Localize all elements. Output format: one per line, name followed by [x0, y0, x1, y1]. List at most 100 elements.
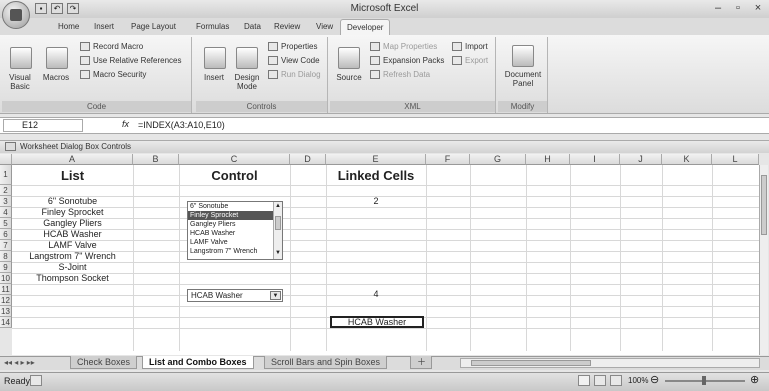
close-icon[interactable]: × [750, 2, 766, 15]
column-header-l[interactable]: L [712, 154, 759, 165]
horizontal-scroll-thumb[interactable] [471, 360, 591, 366]
design-mode-button[interactable]: Design Mode [228, 73, 266, 91]
document-panel-icon[interactable] [512, 45, 534, 67]
horizontal-scrollbar[interactable] [460, 358, 760, 368]
macros-icon[interactable] [46, 47, 68, 69]
cell-c1[interactable]: Control [179, 169, 290, 185]
cell-a4[interactable]: Finley Sprocket [12, 207, 133, 218]
maximize-icon[interactable]: ▫ [730, 2, 746, 15]
minimize-icon[interactable]: – [710, 2, 726, 15]
list-box-item[interactable]: LAMF Valve [188, 238, 282, 247]
cell-e1[interactable]: Linked Cells [326, 169, 426, 185]
properties-button[interactable]: Properties [268, 41, 317, 52]
column-header-g[interactable]: G [470, 154, 526, 165]
macro-record-icon[interactable] [30, 375, 42, 386]
design-mode-icon[interactable] [236, 47, 258, 69]
view-code-button[interactable]: View Code [268, 55, 320, 66]
zoom-level[interactable]: 100% [628, 376, 648, 385]
function-icon[interactable]: fx [122, 119, 129, 129]
column-header-i[interactable]: I [570, 154, 620, 165]
column-header-a[interactable]: A [12, 154, 133, 165]
page-break-view-icon[interactable] [610, 375, 622, 386]
refresh-data-button[interactable]: Refresh Data [370, 69, 430, 80]
row-header-5[interactable]: 5 [0, 218, 12, 229]
zoom-slider-thumb[interactable] [702, 376, 706, 385]
tab-view[interactable]: View [310, 19, 339, 35]
document-panel-button[interactable]: Document Panel [500, 70, 546, 88]
insert-control-icon[interactable] [204, 47, 226, 69]
zoom-out-icon[interactable]: ⊖ [650, 373, 659, 386]
row-header-10[interactable]: 10 [0, 273, 12, 284]
tab-formulas[interactable]: Formulas [190, 19, 235, 35]
vertical-scrollbar[interactable] [759, 165, 768, 355]
row-header-4[interactable]: 4 [0, 207, 12, 218]
list-box-item[interactable]: Gangley Pliers [188, 220, 282, 229]
cell-a5[interactable]: Gangley Pliers [12, 218, 133, 229]
run-dialog-button[interactable]: Run Dialog [268, 69, 321, 80]
vertical-scroll-thumb[interactable] [761, 175, 767, 235]
normal-view-icon[interactable] [578, 375, 590, 386]
sheet-nav-arrows-icon[interactable]: ◂◂ ◂ ▸ ▸▸ [4, 358, 35, 367]
source-button[interactable]: Source [330, 73, 368, 82]
cell-a1[interactable]: List [12, 169, 133, 185]
row-header-1[interactable]: 1 [0, 165, 12, 185]
dropdown-arrow-icon[interactable]: ▼ [270, 291, 281, 300]
column-header-e[interactable]: E [326, 154, 426, 165]
visual-basic-button[interactable]: Visual Basic [2, 73, 38, 91]
source-icon[interactable] [338, 47, 360, 69]
tab-insert[interactable]: Insert [88, 19, 120, 35]
scroll-down-icon[interactable]: ▼ [275, 250, 281, 256]
import-button[interactable]: Import [452, 41, 488, 52]
row-header-12[interactable]: 12 [0, 295, 12, 306]
insert-control-button[interactable]: Insert [196, 73, 232, 82]
scroll-up-icon[interactable]: ▲ [275, 203, 281, 209]
list-box-scrollbar[interactable]: ▲ ▼ [273, 202, 282, 259]
column-header-j[interactable]: J [620, 154, 662, 165]
cell-a9[interactable]: S-Joint [12, 262, 133, 273]
page-layout-view-icon[interactable] [594, 375, 606, 386]
cell-a7[interactable]: LAMF Valve [12, 240, 133, 251]
sheet-tab-list-and-combo-boxes[interactable]: List and Combo Boxes [142, 356, 254, 369]
column-header-b[interactable]: B [133, 154, 179, 165]
visual-basic-icon[interactable] [10, 47, 32, 69]
list-box-item[interactable]: HCAB Washer [188, 229, 282, 238]
macros-button[interactable]: Macros [38, 73, 74, 82]
cell-a6[interactable]: HCAB Washer [12, 229, 133, 240]
use-relative-references-button[interactable]: Use Relative References [80, 55, 181, 66]
tab-data[interactable]: Data [238, 19, 267, 35]
column-header-d[interactable]: D [290, 154, 326, 165]
column-header-k[interactable]: K [662, 154, 712, 165]
scroll-thumb[interactable] [275, 216, 281, 230]
row-header-14[interactable]: 14 [0, 317, 12, 328]
record-macro-button[interactable]: Record Macro [80, 41, 143, 52]
list-box-control[interactable]: 6" Sonotube Finley Sprocket Gangley Plie… [187, 201, 283, 260]
tab-review[interactable]: Review [268, 19, 306, 35]
expansion-packs-button[interactable]: Expansion Packs [370, 55, 444, 66]
row-header-6[interactable]: 6 [0, 229, 12, 240]
row-header-7[interactable]: 7 [0, 240, 12, 251]
column-header-f[interactable]: F [426, 154, 470, 165]
row-header-2[interactable]: 2 [0, 185, 12, 196]
row-header-13[interactable]: 13 [0, 306, 12, 317]
tab-home[interactable]: Home [52, 19, 85, 35]
formula-input[interactable]: =INDEX(A3:A10,E10) [138, 119, 225, 132]
column-header-h[interactable]: H [526, 154, 570, 165]
zoom-in-icon[interactable]: ⊕ [750, 373, 759, 386]
name-box[interactable]: E12 [3, 119, 83, 132]
cell-a3[interactable]: 6" Sonotube [12, 196, 133, 207]
sheet-tab-scroll-bars-and-spin-boxes[interactable]: Scroll Bars and Spin Boxes [264, 356, 388, 369]
map-properties-button[interactable]: Map Properties [370, 41, 437, 52]
cell-e10[interactable]: 4 [326, 289, 426, 300]
row-header-11[interactable]: 11 [0, 284, 12, 295]
select-all-corner[interactable] [0, 154, 12, 165]
list-box-item-selected[interactable]: Finley Sprocket [188, 211, 282, 220]
tab-developer[interactable]: Developer [340, 19, 391, 35]
cell-a10[interactable]: Thompson Socket [12, 273, 133, 284]
office-button[interactable] [2, 1, 30, 29]
macro-security-button[interactable]: Macro Security [80, 69, 146, 80]
list-box-item[interactable]: Langstrom 7" Wrench [188, 247, 282, 256]
combo-box-control[interactable]: HCAB Washer ▼ [187, 289, 283, 302]
cell-a8[interactable]: Langstrom 7" Wrench [12, 251, 133, 262]
tab-page-layout[interactable]: Page Layout [125, 19, 182, 35]
sheet-tab-check-boxes[interactable]: Check Boxes [70, 356, 138, 369]
